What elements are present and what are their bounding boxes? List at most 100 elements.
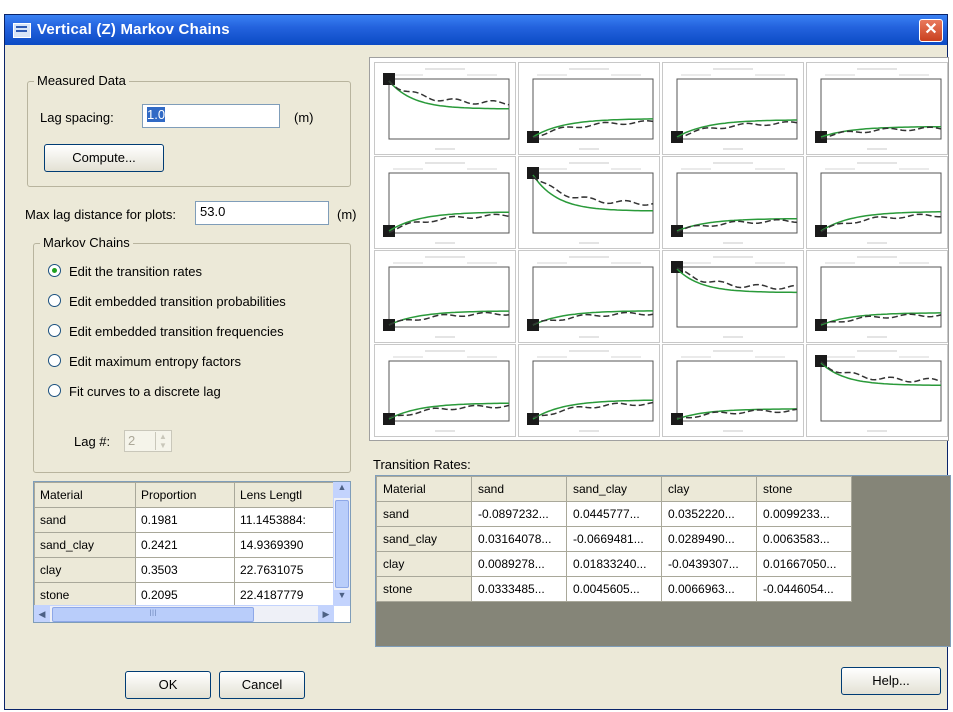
dialog-window: Vertical (Z) Markov Chains ✕ Measured Da… (4, 14, 951, 710)
column-header[interactable]: Material (34, 482, 136, 508)
transition-plot[interactable] (662, 250, 804, 343)
plot-axes (820, 360, 942, 422)
plot-axes (676, 78, 798, 140)
table-cell[interactable]: 0.0445777... (566, 501, 662, 527)
table-row[interactable]: sand 0.1981 11.1453884: (34, 507, 334, 533)
transition-plot[interactable] (806, 250, 948, 343)
transition-plot[interactable] (806, 156, 948, 249)
scrollbar-thumb[interactable]: III (52, 607, 254, 622)
transition-plot[interactable] (374, 344, 516, 437)
table-cell[interactable]: 0.3503 (135, 557, 235, 583)
table-cell[interactable]: 0.01833240... (566, 551, 662, 577)
table-cell[interactable]: 0.0089278... (471, 551, 567, 577)
transition-plot[interactable] (374, 62, 516, 155)
horizontal-scrollbar[interactable]: ◀ III ▶ (34, 605, 334, 622)
help-button[interactable]: Help... (841, 667, 941, 695)
table-cell[interactable]: 0.0066963... (661, 576, 757, 602)
table-cell[interactable]: 0.2421 (135, 532, 235, 558)
radio-label: Fit curves to a discrete lag (69, 384, 221, 399)
column-header[interactable]: Proportion (135, 482, 235, 508)
table-row[interactable]: clay 0.3503 22.7631075 (34, 557, 334, 583)
lag-number-spinner[interactable]: 2 ▲ ▼ (124, 430, 172, 452)
table-cell[interactable]: 0.0063583... (756, 526, 852, 552)
transition-plot[interactable] (374, 250, 516, 343)
plot-start-marker (383, 73, 395, 85)
transition-plot[interactable] (518, 344, 660, 437)
close-button[interactable]: ✕ (919, 19, 943, 42)
radio-fit-curves[interactable]: Fit curves to a discrete lag (48, 384, 221, 399)
transition-plot[interactable] (518, 62, 660, 155)
table-cell[interactable]: 0.0333485... (471, 576, 567, 602)
table-cell[interactable]: 11.1453884: (234, 507, 334, 533)
radio-icon (48, 354, 61, 367)
radio-edit-max-entropy[interactable]: Edit maximum entropy factors (48, 354, 241, 369)
table-row[interactable]: stone 0.0333485... 0.0045605... 0.0066963..… (376, 576, 852, 602)
scroll-down-icon[interactable]: ▼ (334, 590, 350, 606)
model-curve (532, 118, 653, 138)
table-cell[interactable]: 0.01667050... (756, 551, 852, 577)
transition-plot[interactable] (806, 344, 948, 437)
table-cell: clay (376, 551, 472, 577)
ok-button[interactable]: OK (125, 671, 211, 699)
compute-button[interactable]: Compute... (44, 144, 164, 172)
table-cell: sand (376, 501, 472, 527)
table-cell[interactable]: 0.03164078... (471, 526, 567, 552)
table-cell[interactable]: -0.0439307... (661, 551, 757, 577)
table-cell[interactable]: 0.0289490... (661, 526, 757, 552)
table-row[interactable]: sand_clay 0.2421 14.9369390 (34, 532, 334, 558)
table-cell[interactable]: 0.2095 (135, 582, 235, 608)
cancel-button[interactable]: Cancel (219, 671, 305, 699)
table-cell[interactable]: -0.0669481... (566, 526, 662, 552)
transition-plot[interactable] (518, 156, 660, 249)
table-cell[interactable]: 0.0099233... (756, 501, 852, 527)
radio-icon (48, 384, 61, 397)
table-cell[interactable]: -0.0446054... (756, 576, 852, 602)
column-header[interactable]: Lens Lengtl (234, 482, 334, 508)
scroll-left-icon[interactable]: ◀ (34, 606, 50, 622)
table-cell: stone (34, 582, 136, 608)
radio-edit-embedded-probabilities[interactable]: Edit embedded transition probabilities (48, 294, 286, 309)
table-row[interactable]: sand -0.0897232... 0.0445777... 0.0352220..… (376, 501, 852, 527)
lag-spacing-input[interactable]: 1.0 (142, 104, 280, 128)
radio-edit-transition-rates[interactable]: Edit the transition rates (48, 264, 202, 279)
window-title: Vertical (Z) Markov Chains (37, 21, 230, 38)
transition-plot[interactable] (806, 62, 948, 155)
model-curve (388, 80, 509, 110)
transition-plot[interactable] (374, 156, 516, 249)
table-row[interactable]: clay 0.0089278... 0.01833240... -0.0439307.… (376, 551, 852, 577)
radio-edit-embedded-frequencies[interactable]: Edit embedded transition frequencies (48, 324, 284, 339)
title-bar[interactable]: Vertical (Z) Markov Chains ✕ (5, 15, 947, 45)
column-header[interactable]: stone (756, 476, 852, 502)
max-lag-input[interactable]: 53.0 (195, 201, 329, 225)
scroll-right-icon[interactable]: ▶ (318, 606, 334, 622)
table-row[interactable]: sand_clay 0.03164078... -0.0669481... 0.028… (376, 526, 852, 552)
scrollbar-thumb[interactable] (335, 500, 349, 588)
table-cell[interactable]: 0.0352220... (661, 501, 757, 527)
table-cell[interactable]: -0.0897232... (471, 501, 567, 527)
column-header[interactable]: sand (471, 476, 567, 502)
lag-spacing-unit: (m) (294, 110, 314, 125)
vertical-scrollbar[interactable]: ▲ ▼ (333, 482, 350, 606)
table-cell[interactable]: 14.9369390 (234, 532, 334, 558)
spinner-arrows-icon[interactable]: ▲ ▼ (155, 432, 170, 450)
model-curve (676, 217, 797, 232)
table-cell[interactable]: 0.1981 (135, 507, 235, 533)
column-header[interactable]: Material (376, 476, 472, 502)
transition-plot[interactable] (518, 250, 660, 343)
plot-axes (532, 360, 654, 422)
transition-plot[interactable] (662, 344, 804, 437)
column-header[interactable]: sand_clay (566, 476, 662, 502)
transition-plot[interactable] (662, 62, 804, 155)
measured-curve (388, 80, 510, 106)
table-cell[interactable]: 22.7631075 (234, 557, 334, 583)
table-cell[interactable]: 22.4187779 (234, 582, 334, 608)
plot-axes (676, 172, 798, 234)
scroll-up-icon[interactable]: ▲ (334, 482, 350, 498)
transition-rates-grid: Material sand sand_clay clay stone sand -… (375, 475, 951, 647)
measured-curve (820, 126, 942, 140)
table-cell: sand_clay (34, 532, 136, 558)
transition-plot[interactable] (662, 156, 804, 249)
column-header[interactable]: clay (661, 476, 757, 502)
table-row[interactable]: stone 0.2095 22.4187779 (34, 582, 334, 608)
table-cell[interactable]: 0.0045605... (566, 576, 662, 602)
